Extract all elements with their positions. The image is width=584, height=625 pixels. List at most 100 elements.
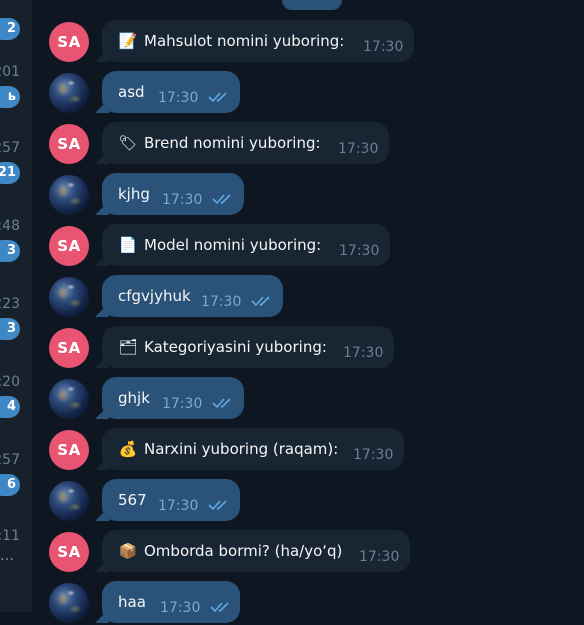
message-row: SA 📝 Mahsulot nomini yuboring: 17:30 bbox=[32, 20, 584, 64]
chat-list-item[interactable]: :48 3 bbox=[0, 218, 32, 262]
unread-badge: 21 bbox=[0, 162, 20, 184]
avatar[interactable] bbox=[49, 73, 89, 113]
chat-history[interactable]: SA 📝 Mahsulot nomini yuboring: 17:30 asd … bbox=[32, 0, 584, 623]
message-row: SA 🏷 Brend nomini yuboring: 17:30 bbox=[32, 122, 584, 166]
bubble-tail bbox=[95, 456, 109, 470]
message-row: cfgvjyhuk 17:30 bbox=[32, 275, 584, 319]
message-time: 17:30 bbox=[160, 600, 201, 616]
chat-list-time: 201 bbox=[0, 64, 20, 80]
message-bubble[interactable]: haa 17:30 bbox=[95, 581, 240, 623]
message-row: SA 🗂 Kategoriyasini yuboring: 17:30 bbox=[32, 326, 584, 370]
message-text-wrap: 📄 Model nomini yuboring: bbox=[118, 236, 322, 254]
chat-list-item[interactable]: 2 bbox=[0, 0, 32, 40]
message-bubble-partial bbox=[282, 0, 342, 10]
message-text: cfgvjyhuk bbox=[118, 287, 191, 305]
bubble-tail bbox=[95, 99, 109, 113]
message-bubble[interactable]: ghjk 17:30 bbox=[95, 377, 244, 419]
chat-list-edge: 2 201 ь 257 21 :48 3 223 3 :20 4 257 6 :… bbox=[0, 0, 32, 612]
message-text: kjhg bbox=[118, 185, 150, 203]
avatar[interactable] bbox=[49, 583, 89, 623]
message-bubble[interactable]: asd 17:30 bbox=[95, 71, 240, 113]
message-bubble[interactable]: cfgvjyhuk 17:30 bbox=[95, 275, 283, 317]
message-text-wrap: 📝 Mahsulot nomini yuboring: bbox=[118, 32, 345, 50]
avatar[interactable] bbox=[49, 481, 89, 521]
message-bubble[interactable]: 567 17:30 bbox=[95, 479, 240, 521]
avatar[interactable] bbox=[49, 175, 89, 215]
message-bubble[interactable]: 🗂 Kategoriyasini yuboring: 17:30 bbox=[95, 326, 394, 368]
avatar[interactable]: SA bbox=[49, 430, 89, 470]
message-text: 567 bbox=[118, 491, 147, 509]
bubble-tail bbox=[95, 48, 109, 62]
bubble-tail bbox=[95, 252, 109, 266]
message-row: SA 💰 Narxini yuboring (raqam): 17:30 bbox=[32, 428, 584, 472]
message-text: Brend nomini yuboring: bbox=[144, 134, 321, 152]
message-time: 17:30 bbox=[338, 141, 379, 157]
read-ticks-icon bbox=[208, 500, 227, 511]
message-bubble[interactable]: kjhg 17:30 bbox=[95, 173, 244, 215]
more-dots-icon: … bbox=[0, 548, 14, 564]
unread-badge: 6 bbox=[0, 474, 20, 496]
message-text-wrap: 📦 Omborda bormi? (ha/yo‘q) bbox=[118, 542, 343, 560]
message-text-wrap: 💰 Narxini yuboring (raqam): bbox=[118, 440, 339, 458]
bubble-tail bbox=[95, 507, 109, 521]
chat-list-time: 223 bbox=[0, 296, 20, 312]
chat-list-item[interactable]: 257 21 bbox=[0, 140, 32, 184]
message-time: 17:30 bbox=[343, 345, 384, 361]
message-text-wrap: 🏷 Brend nomini yuboring: bbox=[118, 134, 321, 152]
avatar[interactable]: SA bbox=[49, 532, 89, 572]
message-row: 567 17:30 bbox=[32, 479, 584, 523]
chat-list-time: 257 bbox=[0, 140, 20, 156]
message-time: 17:30 bbox=[162, 396, 203, 412]
message-time: 17:30 bbox=[201, 294, 242, 310]
message-time: 17:30 bbox=[353, 447, 394, 463]
read-ticks-icon bbox=[212, 194, 231, 205]
avatar[interactable]: SA bbox=[49, 328, 89, 368]
chat-list-item[interactable]: 257 6 bbox=[0, 452, 32, 496]
message-time: 17:30 bbox=[162, 192, 203, 208]
avatar[interactable]: SA bbox=[49, 124, 89, 164]
message-text: asd bbox=[118, 83, 145, 101]
chat-list-item[interactable]: :20 4 bbox=[0, 374, 32, 418]
avatar[interactable] bbox=[49, 277, 89, 317]
message-bubble[interactable]: 📝 Mahsulot nomini yuboring: 17:30 bbox=[95, 20, 414, 62]
read-ticks-icon bbox=[208, 92, 227, 103]
message-row: SA 📦 Omborda bormi? (ha/yo‘q) 17:30 bbox=[32, 530, 584, 574]
unread-badge: 4 bbox=[0, 396, 20, 418]
unread-badge: ь bbox=[0, 86, 20, 108]
message-time: 17:30 bbox=[339, 243, 380, 259]
message-time: 17:30 bbox=[158, 90, 199, 106]
unread-badge: 3 bbox=[0, 240, 20, 262]
message-row: ghjk 17:30 bbox=[32, 377, 584, 421]
avatar[interactable]: SA bbox=[49, 22, 89, 62]
message-text: Narxini yuboring (raqam): bbox=[144, 440, 339, 458]
message-bubble[interactable]: 📄 Model nomini yuboring: 17:30 bbox=[95, 224, 390, 266]
chat-list-item[interactable]: 201 ь bbox=[0, 64, 32, 108]
page-icon: 📄 bbox=[118, 236, 138, 254]
message-row: asd 17:30 bbox=[32, 71, 584, 115]
bubble-tail bbox=[95, 354, 109, 368]
read-ticks-icon bbox=[251, 296, 270, 307]
chat-list-item[interactable]: 223 3 bbox=[0, 296, 32, 340]
avatar[interactable]: SA bbox=[49, 226, 89, 266]
chat-list-time: 257 bbox=[0, 452, 20, 468]
message-text: Mahsulot nomini yuboring: bbox=[144, 32, 345, 50]
message-time: 17:30 bbox=[359, 549, 400, 565]
unread-badge: 3 bbox=[0, 318, 20, 340]
label-tag-icon: 🏷 bbox=[118, 134, 138, 152]
unread-badge: 2 bbox=[0, 18, 20, 40]
chat-list-item[interactable]: :11 … bbox=[0, 528, 32, 564]
message-bubble[interactable]: 🏷 Brend nomini yuboring: 17:30 bbox=[95, 122, 389, 164]
message-bubble[interactable]: 📦 Omborda bormi? (ha/yo‘q) 17:30 bbox=[95, 530, 410, 572]
avatar[interactable] bbox=[49, 379, 89, 419]
bubble-tail bbox=[95, 609, 109, 623]
memo-icon: 📝 bbox=[118, 32, 138, 50]
bubble-tail bbox=[95, 558, 109, 572]
money-bag-icon: 💰 bbox=[118, 440, 138, 458]
bubble-tail bbox=[95, 303, 109, 317]
message-text: Model nomini yuboring: bbox=[144, 236, 322, 254]
message-time: 17:30 bbox=[363, 39, 404, 55]
message-bubble[interactable]: 💰 Narxini yuboring (raqam): 17:30 bbox=[95, 428, 404, 470]
bubble-tail bbox=[95, 405, 109, 419]
card-index-dividers-icon: 🗂 bbox=[118, 338, 138, 356]
message-time: 17:30 bbox=[158, 498, 199, 514]
